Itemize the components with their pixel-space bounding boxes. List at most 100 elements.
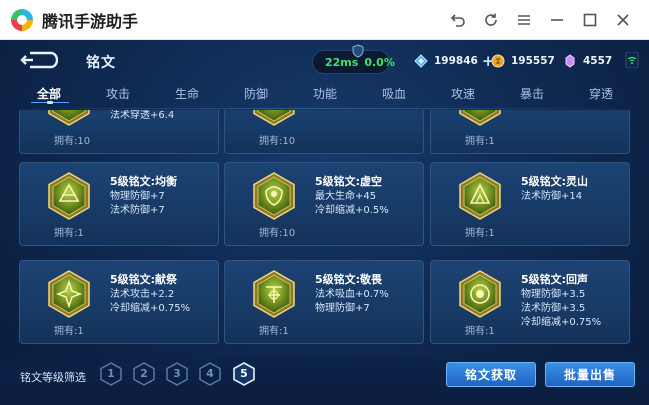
crystal-gem-icon (565, 54, 575, 68)
inscription-attrs: 法术防御+14 (521, 190, 582, 204)
bottom-toolbar: 铭文等级筛选 1 2 3 4 5 铭文获取 批量出售 (0, 352, 649, 405)
inscription-card[interactable]: 法术穿透+6.4 拥有:10 (19, 110, 219, 154)
inscription-attr: 法术防御+7 (110, 205, 165, 216)
crystal-amount: 4557 (583, 55, 613, 67)
level-label: 5 (240, 367, 248, 380)
level-filter-label: 铭文等级筛选 (20, 371, 86, 384)
inscription-emblem-icon (48, 110, 90, 126)
level-filter-3[interactable]: 3 (166, 362, 188, 386)
refresh-icon[interactable] (474, 0, 507, 40)
inscription-attr: 法术穿透+6.4 (110, 110, 175, 121)
owned-count: 拥有:1 (54, 228, 84, 239)
level-filter-4[interactable]: 4 (199, 362, 221, 386)
close-icon[interactable] (606, 0, 639, 40)
tab-lifesteal[interactable]: 吸血 (382, 85, 406, 102)
tab-attack-speed[interactable]: 攻速 (451, 85, 475, 102)
inscription-attr: 法术攻击+2.2 (110, 289, 175, 300)
inscription-name: 5级铭文:灵山 (521, 175, 589, 188)
currency-crystal: 4557 (563, 51, 612, 71)
return-arrow-icon[interactable] (18, 50, 59, 70)
inscription-card[interactable]: 拥有:10 (224, 110, 424, 154)
inscription-card-echo[interactable]: 5级铭文:回声 物理防御+3.5 法术防御+3.5 冷却缩减+0.75% 拥有:… (430, 260, 630, 344)
void-emblem-icon (253, 172, 295, 220)
currency-diamond-coupon: 199846 + (414, 51, 494, 71)
wifi-signal-icon (625, 52, 639, 68)
owned-count: 拥有:10 (259, 228, 296, 239)
inscription-attr: 冷却缩减+0.75% (110, 303, 191, 314)
inscription-attr: 法术防御+14 (521, 191, 583, 202)
maximize-icon[interactable] (573, 0, 606, 40)
inscription-attrs: 物理防御+7 法术防御+7 (110, 190, 165, 218)
inscription-card-balance[interactable]: 5级铭文:均衡 物理防御+7 法术防御+7 拥有:1 (19, 162, 219, 246)
category-tabs: 全部 攻击 生命 防御 功能 吸血 攻速 暴击 穿透 (0, 82, 649, 108)
inscription-attrs: 最大生命+45 冷却缩减+0.5% (315, 190, 389, 218)
inscription-attr: 冷却缩减+0.5% (315, 205, 389, 216)
inscription-name: 5级铭文:献祭 (110, 273, 178, 286)
tab-attack[interactable]: 攻击 (106, 85, 130, 102)
level-label: 4 (206, 367, 214, 380)
owned-count: 拥有:1 (54, 326, 84, 337)
owned-count: 拥有:10 (259, 136, 296, 147)
sacrifice-emblem-icon (48, 270, 90, 318)
inscription-attr: 最大生命+45 (315, 191, 377, 202)
inscription-name: 5级铭文:虚空 (315, 175, 383, 188)
balance-emblem-icon (48, 172, 90, 220)
inscription-card[interactable]: 拥有:1 (430, 110, 630, 154)
inscription-attr: 法术防御+3.5 (521, 303, 586, 314)
inscription-card-sacrifice[interactable]: 5级铭文:献祭 法术攻击+2.2 冷却缩减+0.75% 拥有:1 (19, 260, 219, 344)
diamond-coupon-icon (414, 54, 428, 68)
inscription-attr: 物理防御+7 (315, 303, 370, 314)
diamond-coupon-amount: 199846 (434, 55, 478, 67)
owned-count: 拥有:1 (465, 136, 495, 147)
tabs-divider (10, 108, 640, 109)
awe-emblem-icon (253, 270, 295, 318)
inscription-name: 5级铭文:敬畏 (315, 273, 383, 286)
inscription-attrs: 法术吸血+0.7% 物理防御+7 (315, 288, 389, 316)
back-icon[interactable] (441, 0, 474, 40)
inscription-attrs: 物理防御+3.5 法术防御+3.5 冷却缩减+0.75% (521, 288, 601, 330)
inscription-attr: 物理防御+3.5 (521, 289, 586, 300)
level-label: 2 (140, 367, 148, 380)
owned-count: 拥有:1 (465, 326, 495, 337)
packet-loss-value: 0.0% (364, 55, 395, 69)
owned-count: 拥有:10 (54, 136, 91, 147)
app-logo-icon (11, 8, 33, 31)
tab-penetration[interactable]: 穿透 (589, 85, 613, 102)
inscription-card-void[interactable]: 5级铭文:虚空 最大生命+45 冷却缩减+0.5% 拥有:10 (224, 162, 424, 246)
inscription-card-awe[interactable]: 5级铭文:敬畏 法术吸血+0.7% 物理防御+7 拥有:1 (224, 260, 424, 344)
spirit-mountain-emblem-icon (459, 172, 501, 220)
level-label: 3 (173, 367, 181, 380)
inscription-grid: 法术穿透+6.4 拥有:10 拥有:10 拥有:1 5级铭文:均衡 物理防御+7… (0, 110, 649, 360)
inscription-name: 5级铭文:均衡 (110, 175, 178, 188)
inscription-card-spirit-mountain[interactable]: 5级铭文:灵山 法术防御+14 拥有:1 (430, 162, 630, 246)
page-title: 铭文 (86, 55, 116, 71)
tab-all[interactable]: 全部 (37, 85, 61, 102)
level-filter-5[interactable]: 5 (233, 362, 255, 386)
level-filter-2[interactable]: 2 (133, 362, 155, 386)
minimize-icon[interactable] (540, 0, 573, 40)
inscription-attrs: 法术攻击+2.2 冷却缩减+0.75% (110, 288, 190, 316)
inscription-attr: 物理防御+7 (110, 191, 165, 202)
batch-sell-button[interactable]: 批量出售 (545, 362, 635, 387)
gold-amount: 195557 (511, 55, 555, 67)
level-label: 1 (107, 367, 115, 380)
inscription-attr: 法术吸血+0.7% (315, 289, 389, 300)
inscription-emblem-icon (253, 110, 295, 126)
tab-health[interactable]: 生命 (175, 85, 199, 102)
inscription-attr: 冷却缩减+0.75% (521, 317, 602, 328)
inscription-name: 5级铭文:回声 (521, 273, 589, 286)
currency-gold: 195557 (491, 51, 555, 71)
menu-icon[interactable] (507, 0, 540, 40)
window-controls (441, 0, 639, 40)
game-viewport: 铭文 22ms 0.0% 199846 + 195557 4557 全部 攻击 … (0, 40, 649, 405)
acquire-inscription-button[interactable]: 铭文获取 (446, 362, 536, 387)
tab-utility[interactable]: 功能 (313, 85, 337, 102)
level-filter-1[interactable]: 1 (100, 362, 122, 386)
echo-emblem-icon (459, 270, 501, 318)
tab-critical[interactable]: 暴击 (520, 85, 544, 102)
app-title: 腾讯手游助手 (42, 11, 139, 31)
owned-count: 拥有:1 (465, 228, 495, 239)
owned-count: 拥有:1 (259, 326, 289, 337)
tab-defense[interactable]: 防御 (244, 85, 268, 102)
inscription-header: 铭文 22ms 0.0% 199846 + 195557 4557 (0, 40, 649, 80)
